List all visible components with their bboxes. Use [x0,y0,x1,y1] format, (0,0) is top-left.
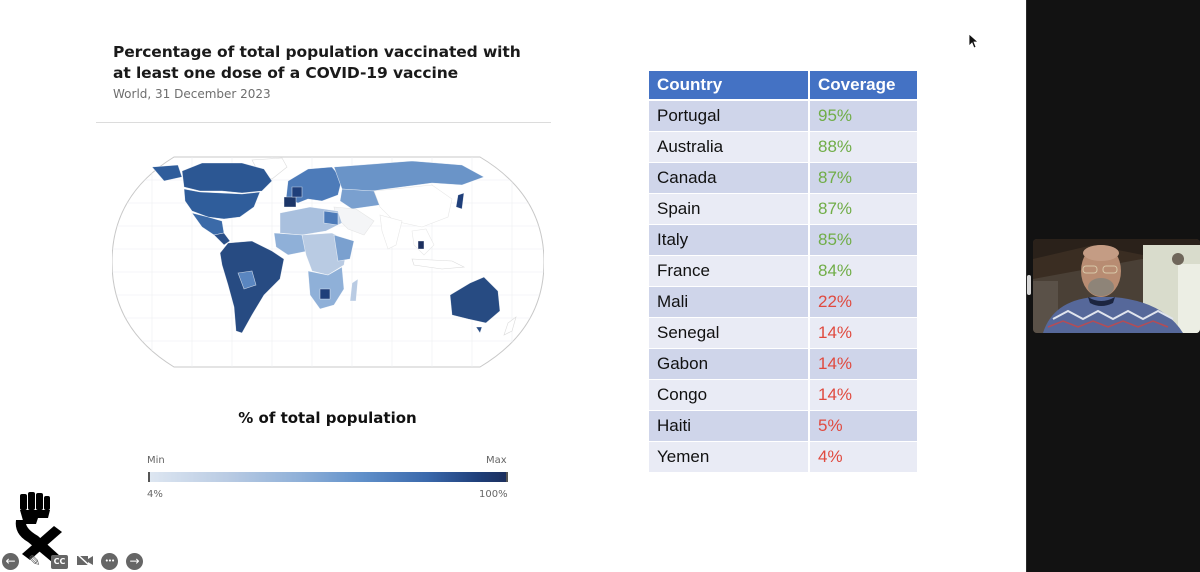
country-cell: Canada [649,163,810,194]
legend-max-value: 100% [479,489,508,500]
pen-icon: ✎ [28,552,41,570]
table-row: Portugal 95% [649,101,917,132]
table-row: Haiti 5% [649,411,917,442]
region-south-africa-inner [319,288,331,300]
captions-button[interactable]: CC [51,555,68,569]
pen-tool-button[interactable]: ✎ [26,553,43,570]
coverage-cell: 5% [810,411,917,442]
country-cell: Italy [649,225,810,256]
table-row: Congo 14% [649,380,917,411]
legend-tick-max [506,472,508,482]
coverage-table: Country Coverage Portugal 95% Australia 88%… [649,71,917,473]
country-cell: Congo [649,380,810,411]
legend-min-value: 4% [147,489,163,500]
presentation-slide: Percentage of total population vaccinate… [0,0,1026,572]
legend-min-label: Min [147,455,165,466]
region-cambodia [417,240,425,250]
divider [96,122,551,123]
table-row: Mali 22% [649,287,917,318]
camera-off-icon [76,553,93,568]
presenter-video-tile[interactable] [1033,239,1200,333]
arrow-left-icon: ← [5,554,16,568]
table-row: Italy 85% [649,225,917,256]
country-cell: France [649,256,810,287]
legend-color-scale [150,472,506,482]
country-cell: Yemen [649,442,810,473]
country-cell: Portugal [649,101,810,132]
coverage-cell: 87% [810,194,917,225]
closed-captions-icon: CC [53,557,66,566]
presentation-controls: ← ✎ CC ••• → [0,553,150,572]
table-row: Spain 87% [649,194,917,225]
region-iberia [283,196,297,208]
table-row: France 84% [649,256,917,287]
coverage-cell: 85% [810,225,917,256]
table-row: Gabon 14% [649,349,917,380]
region-france [291,186,303,198]
screen: Percentage of total population vaccinate… [0,0,1200,572]
legend-max-label: Max [486,455,507,466]
panel-resize-handle[interactable] [1027,275,1031,295]
region-canada [181,162,273,194]
country-cell: Gabon [649,349,810,380]
coverage-cell: 14% [810,349,917,380]
country-cell: Haiti [649,411,810,442]
previous-slide-button[interactable]: ← [2,553,19,570]
world-choropleth-map [112,156,544,368]
chart-title: Percentage of total population vaccinate… [113,43,521,82]
arrow-right-icon: → [129,554,140,568]
coverage-cell: 14% [810,380,917,411]
next-slide-button[interactable]: → [126,553,143,570]
country-cell: Mali [649,287,810,318]
camera-toggle-button[interactable] [76,553,93,570]
table-row: Yemen 4% [649,442,917,473]
coverage-cell: 95% [810,101,917,132]
mouse-cursor-icon [968,33,980,49]
table-header-row: Country Coverage [649,71,917,101]
chart-subtitle: World, 31 December 2023 [113,87,271,101]
more-icon: ••• [104,557,115,565]
coverage-cell: 22% [810,287,917,318]
coverage-cell: 84% [810,256,917,287]
header-country: Country [649,71,810,101]
country-cell: Australia [649,132,810,163]
more-options-button[interactable]: ••• [101,553,118,570]
presenter-video-frame [1033,239,1200,333]
table-row: Canada 87% [649,163,917,194]
coverage-cell: 14% [810,318,917,349]
region-egypt [323,210,339,226]
country-cell: Senegal [649,318,810,349]
table-row: Australia 88% [649,132,917,163]
legend-title: % of total population [238,409,417,427]
coverage-cell: 4% [810,442,917,473]
country-cell: Spain [649,194,810,225]
coverage-cell: 87% [810,163,917,194]
table-row: Senegal 14% [649,318,917,349]
coverage-cell: 88% [810,132,917,163]
header-coverage: Coverage [810,71,917,101]
